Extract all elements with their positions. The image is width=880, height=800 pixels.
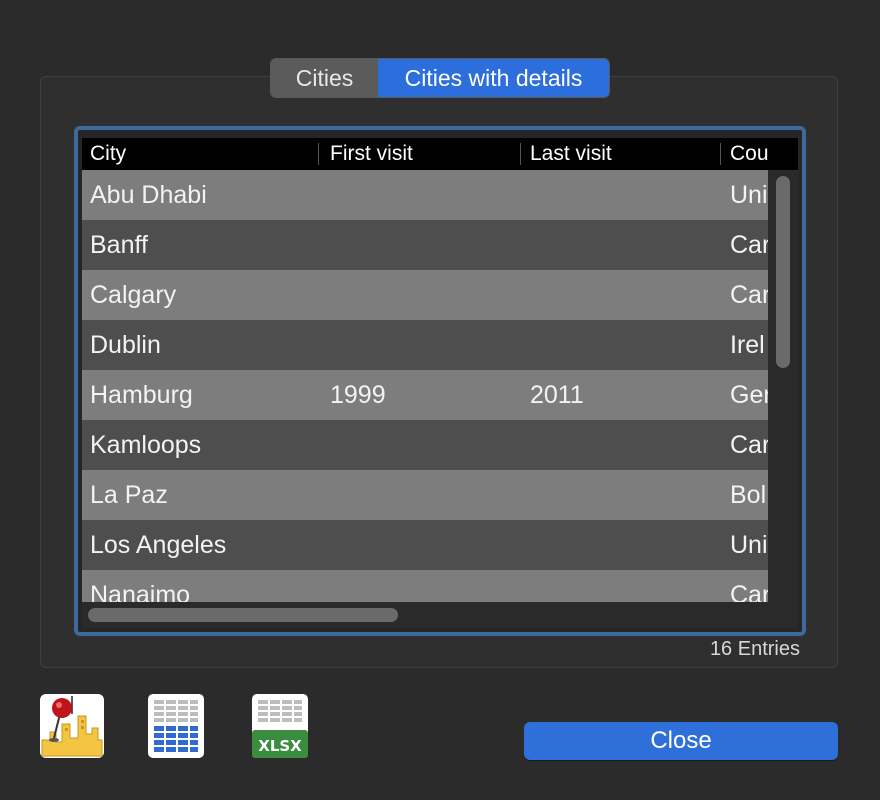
vertical-scrollbar-thumb[interactable] [776, 176, 790, 368]
cell-first-visit [330, 420, 520, 470]
cell-first-visit [330, 470, 520, 520]
cell-first-visit [330, 520, 520, 570]
cell-first-visit [330, 570, 520, 602]
column-header-last-visit[interactable]: Last visit [530, 138, 720, 170]
table-row[interactable]: La Paz Bol [82, 470, 768, 520]
horizontal-scrollbar-thumb[interactable] [88, 608, 398, 622]
cell-last-visit [530, 320, 720, 370]
map-pin-city-icon[interactable] [40, 694, 104, 758]
column-divider[interactable] [720, 143, 721, 165]
table-row[interactable]: Abu Dhabi Uni [82, 170, 768, 220]
cell-last-visit [530, 220, 720, 270]
cell-last-visit [530, 570, 720, 602]
xlsx-label: XLSX [258, 737, 302, 755]
column-header-first-visit[interactable]: First visit [330, 138, 520, 170]
cell-city: Banff [90, 231, 148, 259]
cell-country: Irel [730, 331, 765, 359]
table-row[interactable]: Dublin Irel [82, 320, 768, 370]
horizontal-scrollbar[interactable] [82, 602, 798, 628]
cell-last-visit [530, 520, 720, 570]
cell-country: Uni [730, 531, 768, 559]
cell-country: Bol [730, 481, 767, 509]
cell-last-visit [530, 270, 720, 320]
cell-city: Nanaimo [90, 581, 191, 602]
vertical-scrollbar[interactable] [768, 170, 798, 602]
cell-country: Car [730, 231, 768, 259]
tab-cities[interactable]: Cities [271, 59, 378, 97]
cell-city: Calgary [90, 281, 177, 309]
cell-first-visit [330, 320, 520, 370]
view-segmented-control[interactable]: Cities Cities with details [270, 58, 610, 98]
tab-cities-with-details[interactable]: Cities with details [378, 59, 609, 97]
cell-country: Uni [730, 181, 768, 209]
cell-country: Ger [730, 381, 768, 409]
cell-last-visit: 2011 [530, 381, 584, 409]
cell-country: Car [730, 431, 768, 459]
column-header-country[interactable]: Cou [730, 138, 798, 170]
table-row[interactable]: Calgary Car [82, 270, 768, 320]
cell-last-visit [530, 470, 720, 520]
cell-city: Hamburg [90, 381, 193, 409]
cell-last-visit [530, 170, 720, 220]
column-divider[interactable] [520, 143, 521, 165]
cell-last-visit [530, 420, 720, 470]
xlsx-export-icon[interactable]: XLSX [252, 694, 316, 758]
cities-table[interactable]: City First visit Last visit Cou Abu Dhab… [74, 126, 806, 636]
cell-city: Dublin [90, 331, 161, 359]
table-row[interactable]: Banff Car [82, 220, 768, 270]
entries-count: 16 Entries [709, 638, 800, 660]
cell-city: La Paz [90, 481, 168, 509]
table-row[interactable]: Los Angeles Uni [82, 520, 768, 570]
cell-city: Abu Dhabi [90, 181, 207, 209]
cell-country: Car [730, 581, 768, 602]
table-row[interactable]: Hamburg 1999 2011 Ger [82, 370, 768, 420]
cell-city: Kamloops [90, 431, 202, 459]
table-row[interactable]: Nanaimo Car [82, 570, 768, 602]
column-divider[interactable] [318, 143, 319, 165]
cell-first-visit [330, 270, 520, 320]
table-export-icon[interactable] [148, 694, 212, 758]
cell-first-visit [330, 170, 520, 220]
cell-city: Los Angeles [90, 531, 227, 559]
column-header-city[interactable]: City [90, 138, 318, 170]
cell-country: Car [730, 281, 768, 309]
table-body: Abu Dhabi Uni Banff Car Calgary Car Dubl… [82, 170, 768, 602]
close-button[interactable]: Close [524, 722, 838, 760]
table-header: City First visit Last visit Cou [82, 138, 798, 170]
table-row[interactable]: Kamloops Car [82, 420, 768, 470]
cell-first-visit [330, 220, 520, 270]
cell-first-visit: 1999 [330, 381, 386, 409]
